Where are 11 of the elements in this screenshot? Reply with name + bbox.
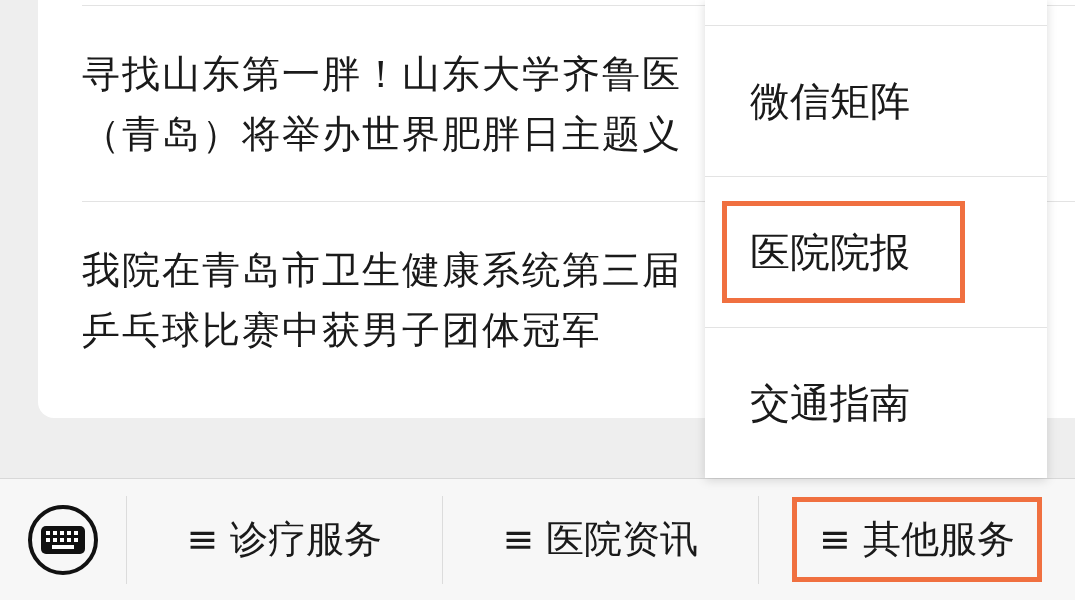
menu-tab[interactable]: ≡ 诊疗服务 <box>159 497 410 582</box>
news-title-line[interactable]: 我院在青岛市卫生健康系统第三届 <box>82 239 682 300</box>
menu-item[interactable]: 交通指南 <box>722 351 965 454</box>
menu-item[interactable]: 微信矩阵 <box>722 49 965 152</box>
news-title-line[interactable]: 寻找山东第一胖！山东大学齐鲁医 <box>82 43 682 104</box>
keyboard-icon[interactable] <box>27 503 99 576</box>
news-title-line[interactable]: （青岛）将举办世界肥胖日主题义 <box>82 103 682 164</box>
news-title-line[interactable]: 乒乓球比赛中获男子团体冠军 <box>82 299 602 360</box>
menu-tab[interactable]: ≡ 其他服务 <box>792 497 1042 582</box>
menu-item[interactable]: 医院院报 <box>722 200 965 303</box>
menu-tab[interactable]: ≡ 医院资讯 <box>475 497 726 582</box>
